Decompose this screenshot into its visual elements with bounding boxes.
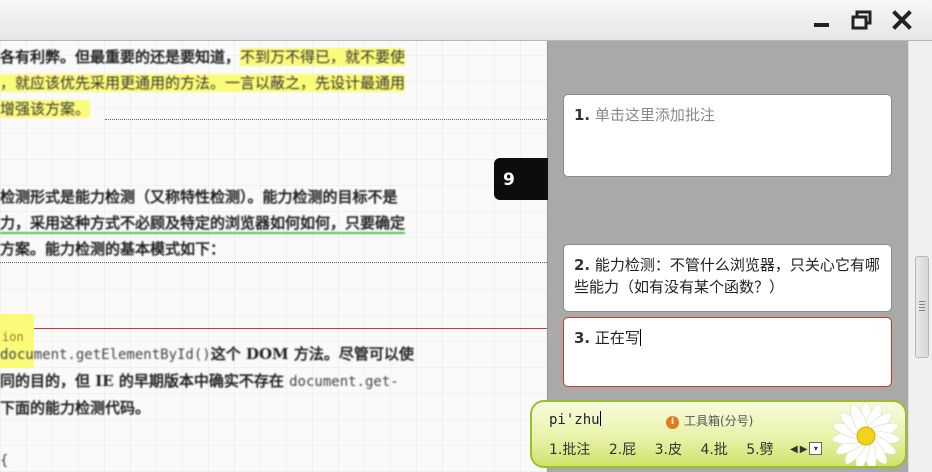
ime-menu-icon[interactable]: ▾ <box>809 442 823 455</box>
ime-toolbox-button[interactable]: i 工具箱(分号) <box>666 412 753 429</box>
comment-1[interactable]: 1. 单击这里添加批注 <box>563 94 892 177</box>
paragraph-2: 检测形式是能力检测（又称特性检测）。能力检测的目标不是 力，采用这种方式不必顾及… <box>0 188 406 258</box>
comment-2[interactable]: 2. 能力检测：不管什么浏览器，只关心它有哪些能力（如有没有某个函数？） <box>563 244 892 312</box>
ime-candidate-list: 1.批注 2.屁 3.皮 4.批 5.劈 <box>549 439 788 459</box>
daisy-logo-icon <box>831 402 901 466</box>
paragraph-1: 各有利弊。但最重要的还是要知道，不到万不得已，就不要使 ，就应该优先采用更通用的… <box>0 48 406 118</box>
ime-composition: pi'zhu <box>549 411 601 428</box>
ime-candidate-3[interactable]: 3.皮 <box>655 442 682 458</box>
document-page[interactable]: 各有利弊。但最重要的还是要知道，不到万不得已，就不要使 ，就应该优先采用更通用的… <box>0 41 547 472</box>
ime-page-controls: ◀ ▶ ▾ <box>790 442 824 455</box>
comment-3[interactable]: 3. 正在写 <box>563 317 892 387</box>
scrollbar-grip-icon <box>919 301 925 311</box>
title-bar <box>0 0 932 41</box>
comment-3-connector <box>34 328 563 329</box>
ime-cursor <box>599 411 601 426</box>
comment-1-connector <box>105 119 563 120</box>
text-caret <box>639 329 641 346</box>
page-number-tab: 9 <box>494 158 548 200</box>
code-line: { <box>0 453 9 469</box>
restore-icon <box>851 10 872 30</box>
ime-candidate-2[interactable]: 2.屁 <box>609 442 636 458</box>
comment-1-placeholder: 单击这里添加批注 <box>594 106 715 124</box>
ime-next-page-icon[interactable]: ▶ <box>800 444 808 455</box>
minimize-button[interactable] <box>810 8 834 32</box>
ime-candidate-4[interactable]: 4.批 <box>700 442 727 458</box>
ime-candidate-1[interactable]: 1.批注 <box>549 442 590 458</box>
ime-prev-page-icon[interactable]: ◀ <box>790 444 798 455</box>
close-icon <box>892 10 912 30</box>
scrollbar-thumb[interactable] <box>915 256 929 358</box>
paragraph-3: document.getElementById()这个 DOM 方法。尽管可以使… <box>0 345 414 417</box>
ime-candidate-5[interactable]: 5.劈 <box>746 442 773 458</box>
vertical-scrollbar[interactable] <box>908 41 932 472</box>
comment-2-text: 能力检测：不管什么浏览器，只关心它有哪些能力（如有没有某个函数？） <box>574 256 880 296</box>
info-icon: i <box>666 416 679 429</box>
comment-3-text: 正在写 <box>594 329 640 347</box>
restore-button[interactable] <box>850 8 874 32</box>
minimize-icon <box>814 23 829 27</box>
close-button[interactable] <box>890 8 914 32</box>
ime-candidate-window: pi'zhu i 工具箱(分号) 1.批注 2.屁 3.皮 4.批 5.劈 ◀ ▶ ▾ <box>530 400 907 468</box>
comment-2-connector <box>0 262 563 263</box>
